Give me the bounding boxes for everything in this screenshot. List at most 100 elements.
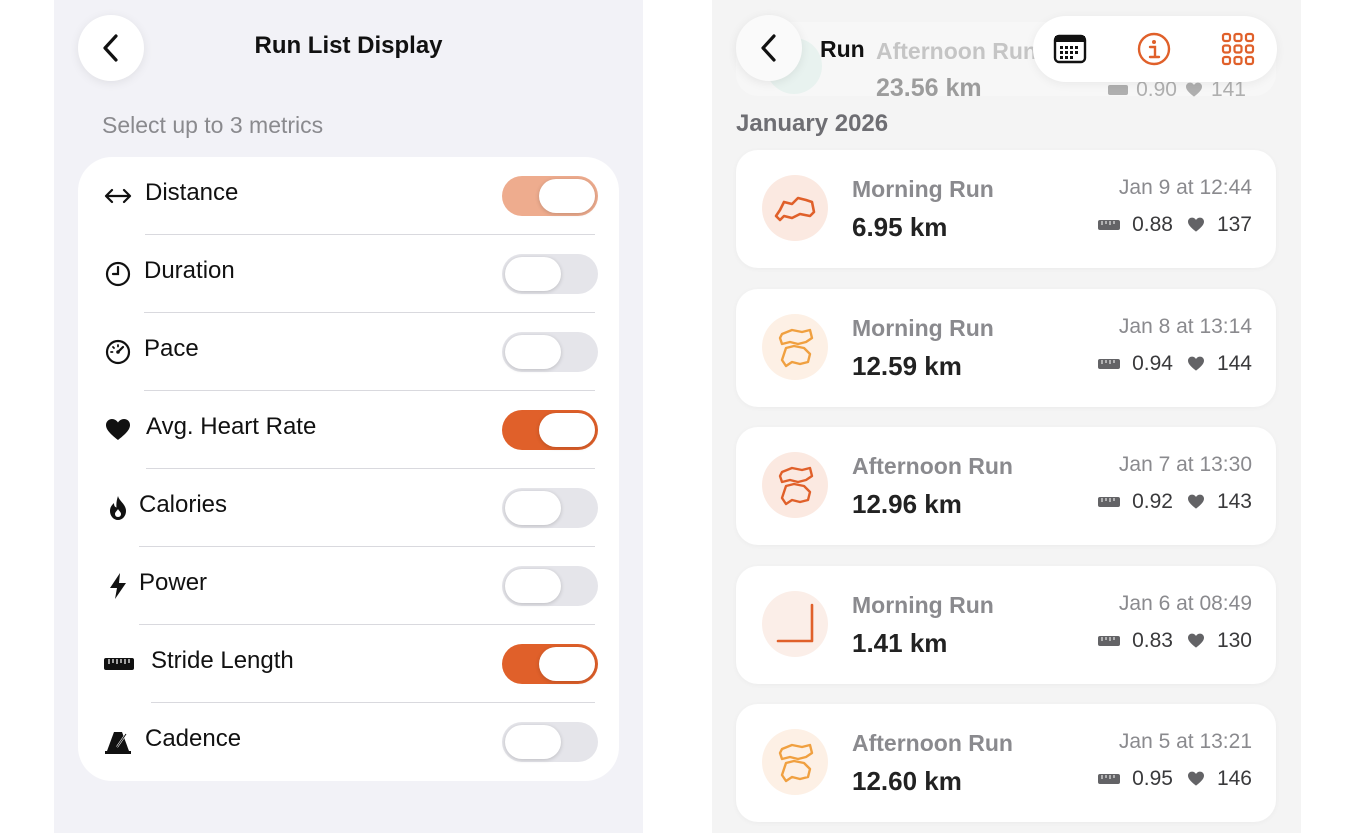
chevron-left-icon (761, 34, 776, 62)
section-subtitle: Select up to 3 metrics (102, 112, 324, 138)
metric-row-calories[interactable]: Calories (78, 469, 619, 547)
ruler-icon (1098, 359, 1121, 369)
heart-rate-value: 144 (1216, 352, 1252, 375)
run-name: Afternoon Run (852, 453, 1013, 479)
run-list-screen: Afternoon Run 23.56 km 0.90 141 Run Janu… (712, 0, 1301, 833)
run-card[interactable]: Afternoon Run 12.96 km Jan 7 at 13:30 0.… (736, 427, 1276, 545)
ruler-icon (1098, 774, 1121, 784)
power-toggle[interactable] (502, 566, 598, 606)
metric-row-power[interactable]: Power (78, 547, 619, 625)
month-header: January 2026 (736, 110, 889, 137)
duration-toggle[interactable] (502, 254, 598, 294)
toolbar (1033, 16, 1277, 82)
toggle-knob (505, 491, 561, 525)
toggle-knob (505, 335, 561, 369)
cadence-toggle[interactable] (502, 722, 598, 762)
info-button[interactable] (1136, 31, 1172, 67)
heart-rate-toggle[interactable] (502, 410, 598, 450)
run-name: Morning Run (852, 176, 994, 202)
run-date: Jan 8 at 13:14 (1118, 315, 1252, 338)
heart-icon (1187, 494, 1204, 509)
metrics-card: Distance Duration Pace Avg. Heart Rate C… (78, 157, 619, 781)
toggle-knob (539, 647, 595, 681)
grid-icon (1221, 32, 1255, 66)
metric-label: Calories (139, 491, 228, 518)
heart-icon (1187, 356, 1204, 371)
metric-label: Power (139, 569, 208, 596)
calendar-button[interactable] (1052, 31, 1088, 67)
run-card[interactable]: Morning Run 1.41 km Jan 6 at 08:49 0.83 … (736, 566, 1276, 684)
stride-length-toggle[interactable] (502, 644, 598, 684)
metric-row-heart-rate[interactable]: Avg. Heart Rate (78, 391, 619, 469)
arrows-horizontal-icon (104, 182, 132, 210)
route-icon (774, 196, 816, 222)
run-name: Morning Run (852, 592, 994, 618)
route-icon (778, 328, 814, 368)
run-distance: 6.95 km (852, 212, 948, 242)
run-distance: 12.60 km (852, 766, 962, 796)
metric-row-pace[interactable]: Pace (78, 313, 619, 391)
metric-label: Avg. Heart Rate (146, 413, 317, 440)
info-icon (1137, 32, 1171, 66)
run-card[interactable]: Afternoon Run 12.60 km Jan 5 at 13:21 0.… (736, 704, 1276, 822)
run-name: Afternoon Run (876, 38, 1037, 64)
run-name: Afternoon Run (852, 730, 1013, 756)
toggle-knob (505, 257, 561, 291)
calendar-icon (1053, 34, 1087, 64)
run-metrics: 0.95 146 (1098, 767, 1252, 791)
pace-toggle[interactable] (502, 332, 598, 372)
run-list-display-screen: Run List Display Select up to 3 metrics … (54, 0, 643, 833)
run-metrics: 0.92 143 (1098, 490, 1252, 514)
run-distance: 12.96 km (852, 489, 962, 519)
run-metrics: 0.83 130 (1098, 629, 1252, 653)
stride-value: 0.92 (1132, 490, 1173, 513)
metric-row-distance[interactable]: Distance (78, 157, 619, 235)
run-distance: 12.59 km (852, 351, 962, 381)
run-metrics: 0.88 137 (1098, 213, 1252, 237)
run-card[interactable]: Morning Run 12.59 km Jan 8 at 13:14 0.94… (736, 289, 1276, 407)
metric-label: Cadence (145, 725, 242, 752)
back-button[interactable] (736, 15, 802, 81)
metric-row-cadence[interactable]: Cadence (78, 703, 619, 781)
run-name: Morning Run (852, 315, 994, 341)
stride-value: 0.94 (1132, 352, 1173, 375)
run-distance: 1.41 km (852, 628, 948, 658)
run-date: Jan 7 at 13:30 (1118, 453, 1252, 476)
page-title: Run (820, 36, 865, 62)
run-date: Jan 5 at 13:21 (1118, 730, 1252, 753)
screenshot-canvas: Run List Display Select up to 3 metrics … (0, 0, 1368, 833)
toggle-knob (539, 413, 595, 447)
metric-label: Pace (144, 335, 199, 362)
toggle-knob (505, 725, 561, 759)
route-thumbnail (762, 175, 828, 241)
route-thumbnail (762, 591, 828, 657)
calories-toggle[interactable] (502, 488, 598, 528)
run-card[interactable]: Morning Run 6.95 km Jan 9 at 12:44 0.88 … (736, 150, 1276, 268)
bolt-icon (104, 572, 132, 600)
ruler-icon (102, 650, 136, 678)
route-thumbnail (762, 314, 828, 380)
ruler-icon (1098, 220, 1121, 230)
route-icon (778, 466, 814, 506)
heart-icon (1187, 771, 1204, 786)
run-date: Jan 9 at 12:44 (1118, 176, 1252, 199)
metric-row-duration[interactable]: Duration (78, 235, 619, 313)
stride-value: 0.95 (1132, 767, 1173, 790)
heart-rate-value: 143 (1216, 490, 1252, 513)
stride-value: 0.88 (1132, 213, 1173, 236)
route-thumbnail (762, 452, 828, 518)
metric-row-stride-length[interactable]: Stride Length (78, 625, 619, 703)
run-metrics: 0.94 144 (1098, 352, 1252, 376)
toggle-knob (505, 569, 561, 603)
run-distance: 23.56 km (876, 74, 982, 102)
toggle-knob (539, 179, 595, 213)
route-icon (776, 603, 814, 643)
distance-toggle[interactable] (502, 176, 598, 216)
metronome-icon (104, 728, 132, 756)
page-title: Run List Display (254, 32, 443, 59)
metric-label: Stride Length (151, 647, 294, 674)
run-date: Jan 6 at 08:49 (1118, 592, 1252, 615)
grid-button[interactable] (1220, 31, 1256, 67)
flame-icon (104, 494, 132, 522)
heart-icon (1185, 82, 1202, 97)
